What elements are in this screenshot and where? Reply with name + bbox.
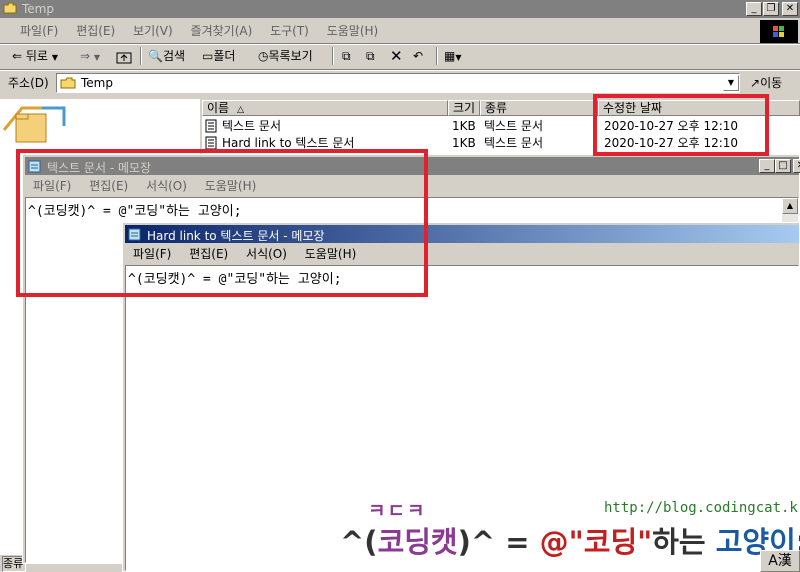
chevron-down-icon: ▼ xyxy=(93,53,101,62)
explorer-titlebar: Temp _ ❐ ✕ xyxy=(0,0,800,18)
highlight-box-notepads xyxy=(16,149,428,297)
search-icon: 🔍 xyxy=(148,49,163,63)
chevron-down-icon: ▼ xyxy=(51,53,58,62)
go-arrow-icon: ↗ xyxy=(750,76,761,90)
folder-icon xyxy=(3,2,17,14)
windows-logo xyxy=(760,20,798,44)
folders-button[interactable]: ▭폴더 xyxy=(202,45,235,67)
move-to-icon[interactable]: ⧉ xyxy=(342,45,351,67)
back-arrow-icon: ⇐ xyxy=(12,49,23,63)
explorer-title: Temp xyxy=(22,2,54,16)
search-button[interactable]: 🔍검색 xyxy=(148,45,185,67)
text-file-icon xyxy=(205,119,217,137)
address-dropdown-button[interactable]: ▼ xyxy=(723,75,739,91)
watermark-logo-small: ㅋㄷㅋ xyxy=(368,500,427,522)
folder-icon xyxy=(60,77,76,92)
history-button[interactable]: ◷목록보기 xyxy=(258,45,313,67)
highlight-box-modified xyxy=(593,94,769,156)
folders-icon: ▭ xyxy=(202,49,214,63)
close-button[interactable]: ✕ xyxy=(793,159,800,173)
address-label: 주소(D) xyxy=(8,76,49,90)
up-folder-icon[interactable] xyxy=(116,45,132,67)
menu-view[interactable]: 보기(V) xyxy=(133,24,173,38)
menu-help[interactable]: 도움말(H) xyxy=(327,24,379,38)
go-button[interactable]: ↗이동 xyxy=(750,75,782,91)
history-icon: ◷ xyxy=(258,49,269,63)
sort-up-icon: △ xyxy=(237,105,245,115)
column-name[interactable]: 이름 △ xyxy=(202,100,448,116)
column-size[interactable]: 크기 xyxy=(448,100,480,116)
explorer-menubar: 파일(F) 편집(E) 보기(V) 즐겨찾기(A) 도구(T) 도움말(H) xyxy=(0,19,760,43)
undo-icon[interactable]: ↶ xyxy=(413,45,423,67)
menu-edit[interactable]: 편집(E) xyxy=(76,24,115,38)
views-icon[interactable]: ▦▼ xyxy=(444,45,462,67)
ime-indicator[interactable]: A漢 xyxy=(760,550,800,572)
menu-favorites[interactable]: 즐겨찾기(A) xyxy=(191,24,253,38)
scroll-up-button[interactable]: ▲ xyxy=(782,198,798,214)
menu-file[interactable]: 파일(F) xyxy=(20,24,58,38)
restore-button[interactable]: ❐ xyxy=(763,2,779,16)
minimize-button[interactable]: _ xyxy=(746,2,762,16)
copy-to-icon[interactable]: ⧉ xyxy=(366,45,375,67)
column-type[interactable]: 종류 xyxy=(480,100,598,116)
minimize-button[interactable]: _ xyxy=(759,159,775,173)
menu-tools[interactable]: 도구(T) xyxy=(270,24,309,38)
address-field[interactable]: Temp xyxy=(56,73,740,93)
back-button[interactable]: ⇐ 뒤로 ▼ xyxy=(12,45,58,67)
forward-button[interactable]: ⇒ ▼ xyxy=(80,45,100,67)
watermark-url: http://blog.codingcat.kr/ xyxy=(604,500,800,516)
maximize-button[interactable]: □ xyxy=(775,159,791,173)
watermark-slogan: ^(코딩캣)^ = @"코딩"하는 고양이; xyxy=(340,525,800,559)
delete-icon[interactable]: ✕ xyxy=(390,45,403,67)
folder-large-icon xyxy=(2,100,72,150)
close-button[interactable]: ✕ xyxy=(782,2,798,16)
